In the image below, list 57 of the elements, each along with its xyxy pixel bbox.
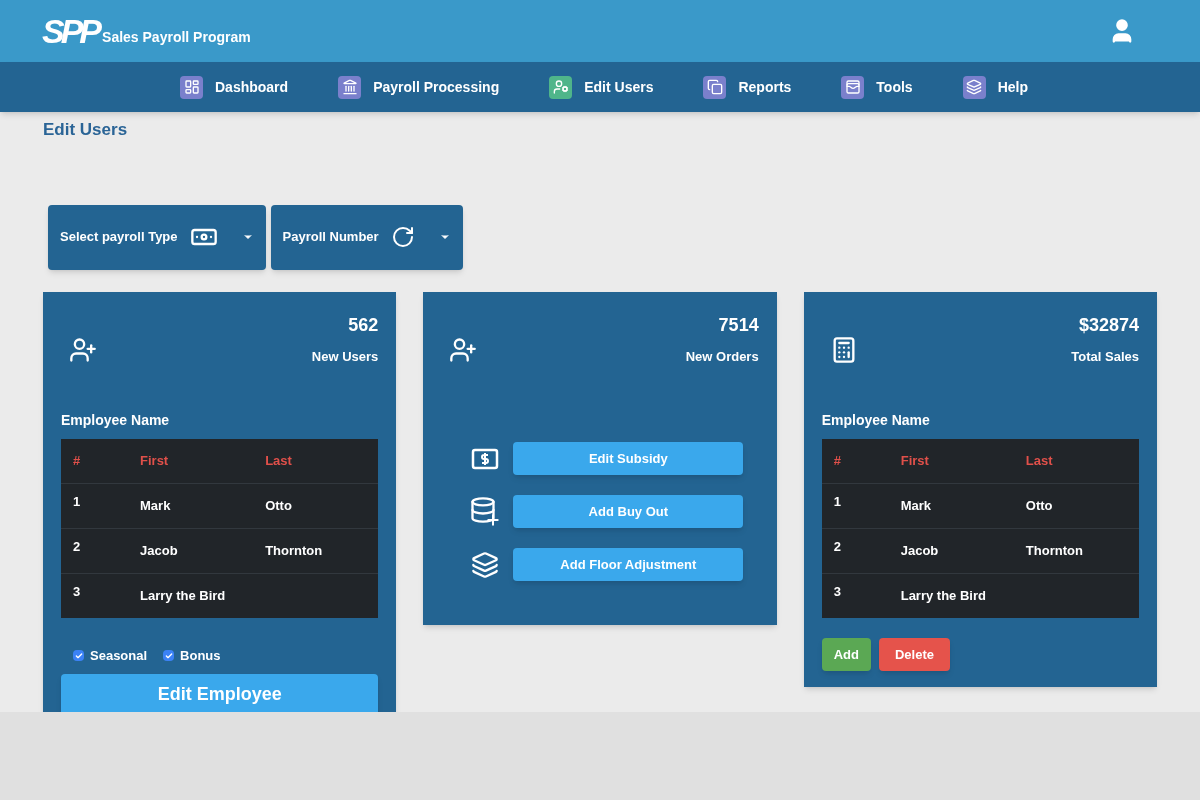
table-cell: 1 (833, 493, 841, 509)
page-title: Edit Users (43, 119, 129, 141)
checkbox[interactable] (73, 650, 84, 662)
section-title: Employee Name (821, 411, 931, 430)
delete-button[interactable]: Delete (878, 638, 950, 671)
table-cell: 2 (73, 538, 81, 554)
stat-value: 562 (348, 313, 379, 337)
checkbox[interactable] (163, 650, 175, 662)
user-gear-icon (549, 75, 573, 99)
nav-item[interactable]: Reports (703, 75, 792, 99)
table-cell: 1 (73, 493, 81, 509)
nav-item[interactable]: Dashboard (180, 75, 289, 99)
stat-caption: Total Sales (1071, 347, 1139, 366)
table-cell: Thornton (1025, 542, 1083, 558)
nav-item[interactable]: Tools (841, 75, 913, 99)
table-cell: Jacob (140, 542, 178, 558)
table-cell: Otto (1025, 497, 1053, 513)
app-name: Sales Payroll Program (102, 28, 251, 47)
stat-caption: New Orders (685, 347, 759, 366)
table-cell: Larry the Bird (900, 588, 986, 603)
column-header: First (140, 453, 169, 468)
logo: SPP (42, 14, 99, 48)
column-header: First (900, 453, 929, 468)
table-cell: Mark (140, 497, 171, 513)
add-users-icon (449, 335, 478, 364)
cards-icon (841, 75, 865, 99)
table-cell: Otto (265, 497, 292, 513)
stat-caption: New Users (311, 347, 379, 366)
copies-icon (703, 75, 727, 99)
add-users-icon (69, 335, 97, 364)
dollar-bill-icon (471, 446, 500, 471)
table-cell: Larry the Bird (140, 588, 226, 603)
column-header: Last (1025, 453, 1053, 468)
dashboard-icon (180, 75, 203, 99)
checkbox-label: Seasonal (90, 647, 148, 665)
dropdown[interactable]: Payroll Number (270, 204, 463, 270)
stat-value: $32874 (1078, 313, 1139, 337)
nav-item[interactable]: Help (962, 75, 1028, 99)
column-header: Last (265, 453, 292, 468)
column-header: # (73, 453, 81, 468)
layers-icon (471, 550, 500, 579)
refresh-icon (390, 225, 415, 249)
layers-icon (962, 75, 986, 99)
table-cell: Mark (900, 497, 932, 513)
table-cell: 3 (833, 584, 841, 599)
stat-value: 7514 (718, 313, 759, 337)
section-title: Employee Name (61, 411, 171, 430)
nav-item[interactable]: Payroll Processing (338, 75, 500, 99)
nav-item[interactable]: Edit Users (549, 75, 654, 99)
table-cell: 3 (73, 584, 81, 599)
column-header: # (833, 453, 841, 468)
table-cell: 2 (833, 538, 841, 554)
dropdown[interactable]: Select payroll Type (48, 204, 266, 270)
bank-icon (338, 75, 362, 99)
table-cell: Jacob (900, 542, 939, 558)
checkbox-label: Bonus (180, 647, 221, 665)
table-cell: Thornton (265, 542, 323, 558)
